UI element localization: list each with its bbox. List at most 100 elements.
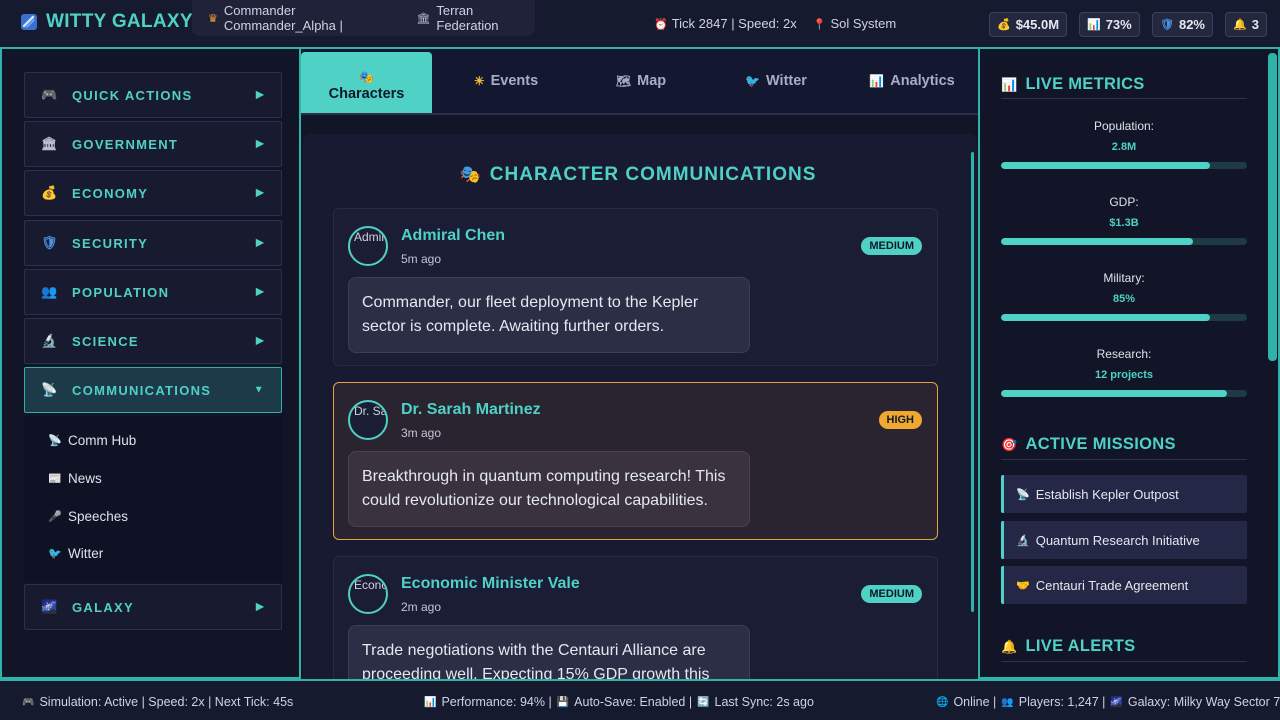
commander-name: Commander Commander_Alpha | [223, 3, 343, 33]
chevron-right-icon: ▶ [256, 89, 265, 101]
microscope-icon: 🔬 [41, 333, 59, 348]
sender-name[interactable]: Economic Minister Vale [401, 575, 580, 593]
network-status: 🌐 Online | 👥 Players: 1,247 | 🌌 Galaxy: … [936, 695, 1280, 709]
mission-item[interactable]: 📡 Establish Kepler Outpost [1001, 475, 1247, 513]
chevron-right-icon: ▶ [256, 138, 265, 150]
chevron-right-icon: ▶ [256, 335, 265, 347]
satellite-icon: 📡 [41, 382, 59, 397]
sync-icon: 🔄 [697, 696, 710, 708]
mission-item[interactable]: 🔬 Quantum Research Initiative [1001, 521, 1247, 559]
handshake-icon: 🤝 [1016, 579, 1030, 592]
performance-status: 📊 Performance: 94% | 💾 Auto-Save: Enable… [424, 695, 814, 709]
nav-population[interactable]: 👥 POPULATION ▶ [24, 269, 282, 315]
nav-label: ECONOMY [72, 185, 149, 201]
floppy-disk-icon: 💾 [556, 696, 570, 708]
nav-science[interactable]: 🔬 SCIENCE ▶ [24, 318, 282, 364]
people-icon: 👥 [1001, 696, 1014, 708]
sync-text: Last Sync: 2s ago [714, 695, 814, 709]
chevron-down-icon: ▼ [253, 384, 265, 396]
nav-government[interactable]: 🏛 GOVERNMENT ▶ [24, 121, 282, 167]
main-content: 🎭 Characters ☀ Events 🗺 Map 🐦 Witter 📊 A… [301, 49, 978, 679]
tab-analytics[interactable]: 📊 Analytics [846, 49, 978, 113]
alerts-title-text: LIVE ALERTS [1025, 637, 1136, 655]
shield-icon: 🛡 [41, 235, 59, 250]
nav-communications[interactable]: 📡 COMMUNICATIONS ▼ [24, 367, 282, 413]
nav-quick-actions[interactable]: 🎮 QUICK ACTIONS ▶ [24, 72, 282, 118]
sub-item-comm-hub[interactable]: 📡 Comm Hub [48, 433, 136, 448]
nav-label: GALAXY [72, 599, 134, 615]
app-brand[interactable]: WITTY GALAXY [20, 11, 193, 33]
metric-bar [1001, 390, 1247, 397]
masks-icon: 🎭 [459, 165, 482, 184]
sub-item-label: News [68, 471, 102, 486]
bell-icon: 🔔 [1233, 19, 1247, 31]
microphone-icon: 🎤 [48, 511, 62, 523]
gamepad-icon: 🎮 [22, 696, 35, 708]
metric-bar-fill [1001, 238, 1193, 245]
nav-label: GOVERNMENT [72, 136, 179, 152]
message-card[interactable]: Dr. Sarah Martinez Dr. Sarah Martinez 3m… [333, 382, 938, 540]
metric-value: 85% [1112, 293, 1136, 305]
message-card[interactable]: Admiral Chen Admiral Chen 5m ago MEDIUM … [333, 208, 938, 366]
app-title: WITTY GALAXY [46, 11, 193, 32]
tab-label: Analytics [890, 73, 955, 89]
sender-name[interactable]: Admiral Chen [401, 227, 505, 245]
character-panel[interactable]: 🎭 CHARACTER COMMUNICATIONS Admiral Chen A… [303, 134, 977, 679]
security-value: 82% [1178, 17, 1205, 32]
mission-item[interactable]: 🤝 Centauri Trade Agreement [1001, 566, 1247, 604]
chart-icon: 📊 [869, 74, 885, 88]
approval-stat[interactable]: 📊 73% [1079, 12, 1140, 37]
metric-bar [1001, 314, 1247, 321]
metric-label: Military: [1103, 271, 1145, 285]
sub-item-speeches[interactable]: 🎤 Speeches [48, 509, 128, 524]
sender-name[interactable]: Dr. Sarah Martinez [401, 401, 541, 419]
scrollbar-thumb[interactable] [971, 152, 974, 612]
mission-label: Establish Kepler Outpost [1035, 486, 1179, 502]
galaxy-text: Galaxy: Milky Way Sector 7 [1127, 695, 1280, 709]
status-footer: 🎮 Simulation: Active | Speed: 2x | Next … [0, 679, 1280, 720]
sub-item-witter[interactable]: 🐦 Witter [48, 546, 103, 561]
missions-title-text: ACTIVE MISSIONS [1025, 435, 1176, 453]
message-time: 2m ago [401, 600, 442, 614]
credits-stat[interactable]: 💰 $45.0M [989, 12, 1068, 37]
tab-characters[interactable]: 🎭 Characters [301, 52, 432, 113]
message-time: 3m ago [401, 426, 442, 440]
nav-security[interactable]: 🛡 SECURITY ▶ [24, 220, 282, 266]
bell-icon: 🔔 [1001, 639, 1018, 654]
message-card[interactable]: Economic Minister Vale Economic Minister… [333, 556, 938, 679]
money-bag-icon: 💰 [41, 185, 59, 200]
tab-witter[interactable]: 🐦 Witter [711, 49, 841, 113]
gamepad-icon: 🎮 [41, 87, 59, 102]
microscope-icon: 🔬 [1016, 534, 1030, 547]
panel-title-text: CHARACTER COMMUNICATIONS [489, 164, 817, 185]
satellite-icon: 📡 [48, 435, 62, 447]
sub-item-news[interactable]: 📰 News [48, 471, 102, 486]
security-stat[interactable]: 🛡 82% [1152, 12, 1213, 37]
avatar: Economic Minister Vale [348, 574, 388, 614]
priority-badge: MEDIUM [861, 585, 922, 603]
tab-map[interactable]: 🗺 Map [576, 49, 706, 113]
metric-value: 2.8M [1111, 141, 1137, 153]
left-sidebar: 🎮 QUICK ACTIONS ▶ 🏛 GOVERNMENT ▶ 💰 ECONO… [0, 49, 301, 679]
metrics-title: 📊 LIVE METRICS [1001, 75, 1145, 94]
priority-badge: HIGH [878, 411, 922, 429]
message-time: 5m ago [401, 252, 442, 266]
alerts-stat[interactable]: 🔔 3 [1225, 12, 1267, 37]
divider [1001, 661, 1247, 662]
approval-value: 73% [1105, 17, 1132, 32]
commander-info: ♛ Commander Commander_Alpha | 🏛 Terran F… [192, 0, 535, 36]
nav-economy[interactable]: 💰 ECONOMY ▶ [24, 170, 282, 216]
sidebar-scrollbar[interactable] [1268, 53, 1277, 361]
nav-label: COMMUNICATIONS [72, 382, 212, 398]
tab-bar: 🎭 Characters ☀ Events 🗺 Map 🐦 Witter 📊 A… [301, 49, 978, 115]
simulation-text: Simulation: Active | Speed: 2x | Next Ti… [39, 695, 294, 709]
chart-icon: 📊 [424, 696, 437, 708]
panel-scrollbar[interactable] [969, 138, 975, 674]
metric-value: 12 projects [1094, 369, 1154, 381]
galaxy-icon: 🌌 [41, 599, 59, 614]
alarm-clock-icon: ⏰ [654, 19, 668, 31]
tab-events[interactable]: ☀ Events [441, 49, 571, 113]
government-icon: 🏛 [41, 136, 59, 151]
nav-galaxy[interactable]: 🌌 GALAXY ▶ [24, 584, 282, 630]
priority-badge: MEDIUM [861, 237, 922, 255]
